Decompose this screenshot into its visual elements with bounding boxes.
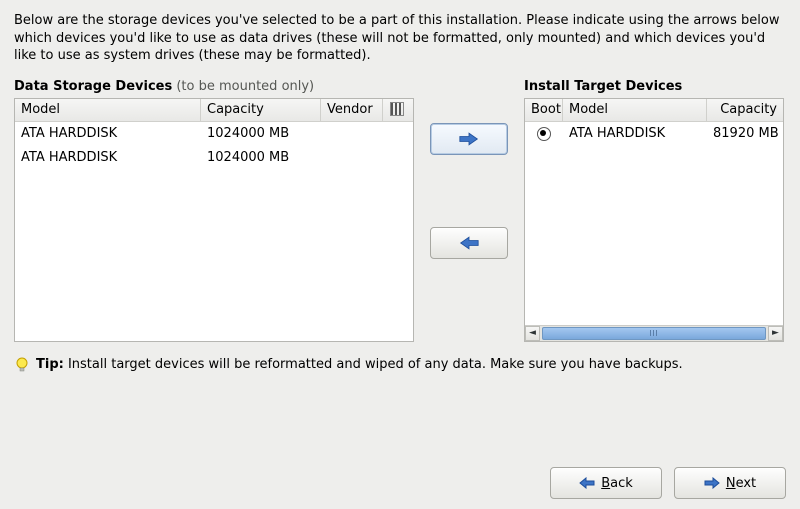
col-capacity[interactable]: Capacity: [201, 99, 321, 121]
data-storage-header-row: Model Capacity Vendor: [15, 99, 413, 122]
data-storage-title: Data Storage Devices (to be mounted only…: [14, 79, 414, 94]
scroll-right-button[interactable]: ►: [768, 326, 783, 341]
tip-text: Tip: Install target devices will be refo…: [36, 356, 683, 374]
col-capacity[interactable]: Capacity: [707, 99, 783, 121]
cell-capacity: 1024000 MB: [201, 150, 321, 165]
tip-label: Tip:: [36, 357, 64, 372]
arrow-right-icon: [459, 131, 479, 147]
scroll-track[interactable]: [540, 326, 768, 341]
intro-text: Below are the storage devices you've sel…: [14, 12, 786, 65]
horizontal-scrollbar[interactable]: ◄ ►: [525, 325, 783, 341]
cell-model: ATA HARDDISK: [563, 126, 707, 141]
scroll-thumb[interactable]: [542, 327, 766, 340]
data-storage-title-main: Data Storage Devices: [14, 79, 172, 94]
col-model[interactable]: Model: [563, 99, 707, 121]
radio-checked-icon: [537, 127, 551, 141]
data-storage-title-sub: (to be mounted only): [172, 79, 314, 94]
install-target-table[interactable]: Boot Model Capacity ATA HARDDISK 81920 M…: [524, 98, 784, 342]
move-right-button[interactable]: [430, 123, 508, 155]
install-target-header-row: Boot Model Capacity: [525, 99, 783, 122]
back-button-label: Back: [601, 476, 633, 491]
cell-model: ATA HARDDISK: [15, 126, 201, 141]
column-config-icon: [390, 102, 404, 116]
move-left-button[interactable]: [430, 227, 508, 259]
column-config-button[interactable]: [383, 99, 410, 121]
col-model[interactable]: Model: [15, 99, 201, 121]
table-row[interactable]: ATA HARDDISK 1024000 MB: [15, 146, 413, 170]
arrow-left-icon: [459, 235, 479, 251]
install-target-title: Install Target Devices: [524, 79, 784, 94]
scroll-left-button[interactable]: ◄: [525, 326, 540, 341]
cell-capacity: 81920 MB: [707, 126, 783, 141]
data-storage-table[interactable]: Model Capacity Vendor ATA HARDDISK 10240…: [14, 98, 414, 342]
tip-body: Install target devices will be reformatt…: [64, 357, 683, 372]
col-vendor[interactable]: Vendor: [321, 99, 383, 121]
arrow-left-icon: [579, 477, 595, 489]
arrow-right-icon: [704, 477, 720, 489]
col-boot[interactable]: Boot: [525, 99, 563, 121]
cell-model: ATA HARDDISK: [15, 150, 201, 165]
back-button[interactable]: Back: [550, 467, 662, 499]
cell-capacity: 1024000 MB: [201, 126, 321, 141]
table-row[interactable]: ATA HARDDISK 1024000 MB: [15, 122, 413, 146]
next-button-label: Next: [726, 476, 756, 491]
next-button[interactable]: Next: [674, 467, 786, 499]
lightbulb-icon: [14, 357, 30, 373]
boot-radio[interactable]: [525, 126, 563, 141]
table-row[interactable]: ATA HARDDISK 81920 MB: [525, 122, 783, 146]
